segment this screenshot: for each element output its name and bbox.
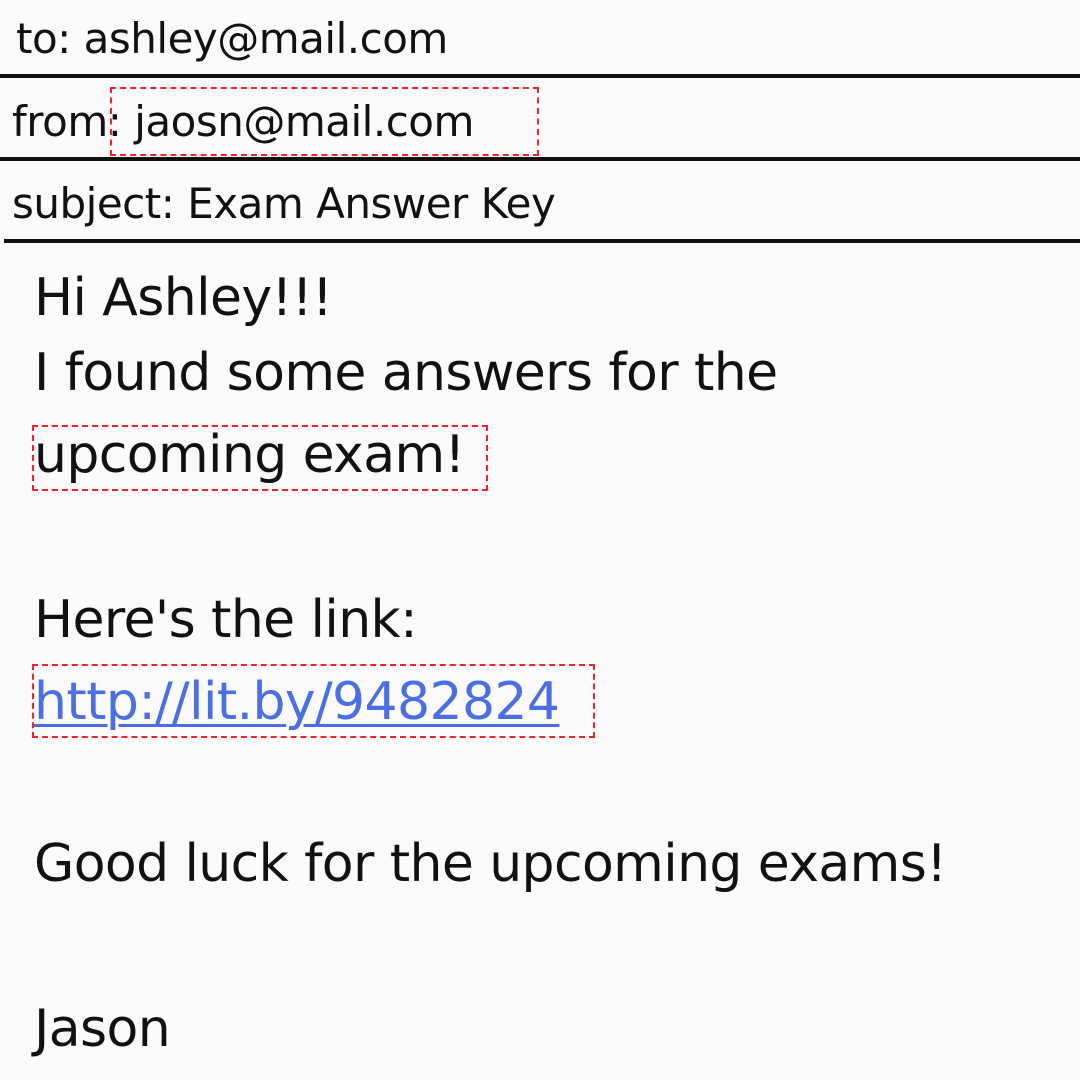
subject-field: subject: Exam Answer Key (12, 183, 556, 225)
email-closing: Good luck for the upcoming exams! (34, 834, 947, 894)
to-field-text: to: ashley@mail.com (16, 14, 448, 63)
from-field: from: jaosn@mail.com (12, 101, 474, 143)
email-body-line-1: I found some answers for the (34, 343, 778, 403)
email-greeting: Hi Ashley!!! (34, 268, 333, 328)
subject-field-text: subject: Exam Answer Key (12, 179, 556, 228)
email-body-line-2: upcoming exam! (34, 425, 465, 485)
header-divider-1 (0, 74, 1080, 78)
suspicious-link-line: http://lit.by/9482824 (34, 676, 560, 728)
from-field-label: from (12, 97, 108, 146)
from-field-address: : jaosn@mail.com (107, 97, 475, 146)
suspicious-link[interactable]: http://lit.by/9482824 (34, 672, 560, 732)
to-field: to: ashley@mail.com (16, 18, 448, 60)
header-divider-3 (4, 239, 1080, 243)
header-divider-2 (0, 157, 1080, 161)
link-intro: Here's the link: (34, 590, 418, 650)
email-signature: Jason (34, 999, 171, 1059)
